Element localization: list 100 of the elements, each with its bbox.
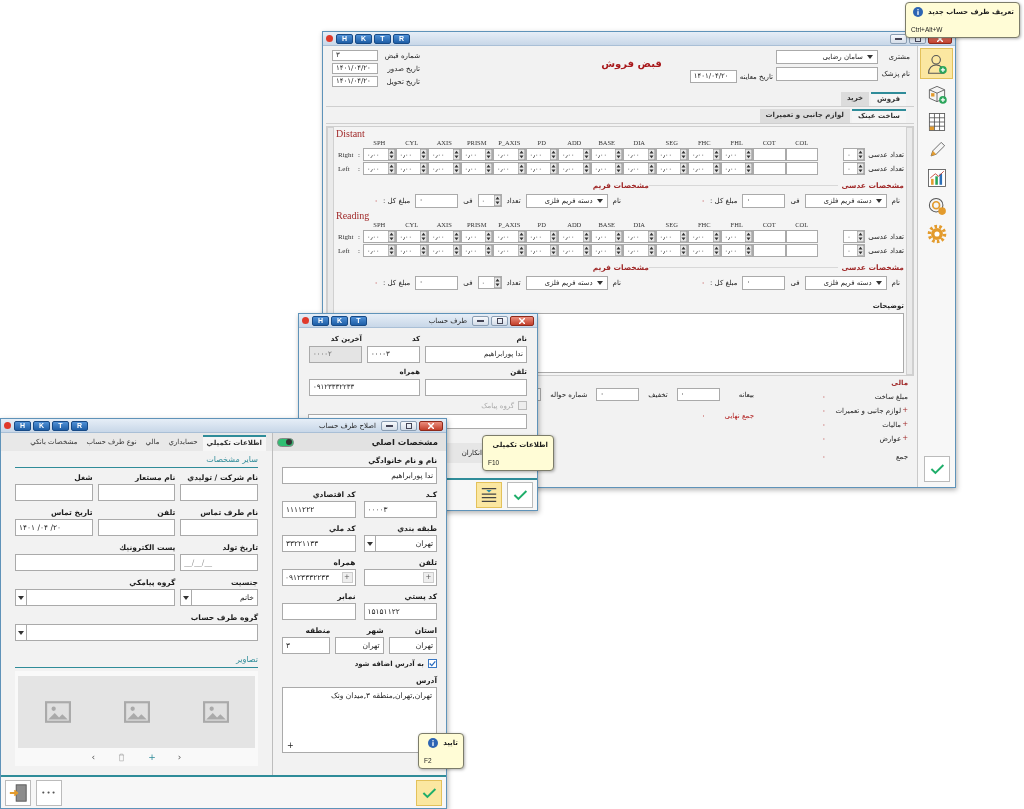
text-field[interactable] — [753, 162, 786, 175]
spinner-icon — [550, 149, 557, 160]
add-button[interactable]: + — [287, 741, 294, 750]
spinner-icon — [387, 245, 395, 256]
add-button[interactable]: + — [148, 752, 156, 762]
spinner-icon — [712, 163, 720, 174]
minimize-button[interactable] — [381, 420, 398, 431]
spinner-icon — [680, 245, 687, 256]
text-field[interactable] — [15, 554, 176, 571]
close-button[interactable] — [510, 315, 534, 326]
dropdown[interactable] — [15, 589, 176, 606]
spinner-icon — [550, 163, 557, 174]
minimize-button[interactable] — [890, 33, 907, 44]
text-field[interactable] — [97, 484, 176, 501]
text-field[interactable] — [180, 519, 258, 536]
spinner-icon — [857, 231, 865, 242]
text-field[interactable] — [785, 244, 818, 257]
text-field[interactable] — [753, 230, 786, 243]
spinner-icon — [387, 149, 395, 160]
spinner-icon — [615, 149, 622, 160]
text-field[interactable] — [425, 379, 527, 396]
list-icon — [480, 486, 498, 504]
section-title: Reading — [336, 210, 370, 221]
text-field[interactable] — [785, 230, 818, 243]
confirm-button[interactable] — [507, 482, 533, 508]
previous-button[interactable]: ‹ — [91, 752, 96, 762]
minimize-button[interactable] — [472, 315, 489, 326]
spinner-icon — [647, 149, 655, 160]
dot-icon — [4, 422, 11, 429]
text-field[interactable] — [97, 519, 176, 536]
minimize-icon — [386, 424, 393, 427]
text-field[interactable] — [753, 244, 786, 257]
chart-icon — [925, 166, 948, 189]
caret-icon — [875, 280, 882, 285]
caret-icon — [18, 595, 24, 600]
exit-button[interactable] — [5, 779, 31, 806]
spinner-icon — [647, 245, 655, 256]
minimize-icon — [477, 319, 484, 322]
text-field[interactable] — [753, 148, 786, 161]
maximize-button[interactable] — [491, 315, 508, 326]
section-title: تصاوير — [235, 654, 258, 665]
dot-icon — [326, 35, 333, 42]
next-button[interactable]: › — [177, 752, 182, 762]
spinner-icon — [550, 231, 557, 242]
spinner-icon — [680, 163, 687, 174]
form-title: قبض فروش — [601, 58, 662, 69]
spinner-icon — [517, 231, 525, 242]
spinner-icon — [615, 231, 622, 242]
spinner-icon — [452, 163, 460, 174]
spinner-icon — [745, 231, 752, 242]
spinner-icon — [452, 231, 460, 242]
caret-icon — [867, 55, 873, 59]
dropdown[interactable] — [15, 624, 258, 641]
confirm-button[interactable] — [923, 456, 950, 482]
spinner-icon — [680, 149, 687, 160]
menu-button[interactable] — [476, 482, 502, 508]
spinner-icon — [857, 163, 865, 174]
spinner-icon — [420, 163, 427, 174]
text-field[interactable] — [785, 162, 818, 175]
minimize-icon — [895, 37, 902, 40]
maximize-button[interactable] — [400, 420, 417, 431]
spinner-icon — [485, 231, 492, 242]
text-field[interactable] — [282, 603, 356, 620]
spinner-icon — [420, 149, 427, 160]
spinner-icon — [680, 231, 687, 242]
spinner-icon — [615, 245, 622, 256]
spinner-icon — [452, 245, 460, 256]
spinner-icon — [493, 277, 501, 288]
info-icon — [428, 738, 439, 748]
spinner-icon — [582, 245, 590, 256]
section-title: ساير مشخصات — [206, 454, 258, 465]
spinner-icon — [857, 149, 865, 160]
toolbar-button[interactable] — [920, 48, 953, 79]
spinner-icon — [452, 149, 460, 160]
spinner-icon — [615, 163, 622, 174]
spinner-icon — [647, 231, 655, 242]
spinner-icon — [647, 163, 655, 174]
close-icon — [428, 422, 434, 429]
confirm-button[interactable] — [416, 779, 442, 806]
person-add-icon — [925, 52, 948, 75]
dot-icon — [302, 317, 309, 324]
text-field[interactable] — [15, 484, 93, 501]
exit-door-icon — [8, 782, 28, 803]
close-icon — [519, 317, 525, 324]
doctor-field[interactable] — [776, 67, 878, 81]
text-field[interactable] — [785, 148, 818, 161]
spinner-icon — [712, 245, 720, 256]
spinner-icon — [485, 163, 492, 174]
spinner-icon — [387, 231, 395, 242]
spinner-icon — [582, 231, 590, 242]
text-field[interactable] — [180, 484, 258, 501]
close-icon — [937, 35, 943, 42]
caret-icon — [596, 280, 603, 285]
close-button[interactable] — [419, 420, 443, 431]
toggle-switch[interactable] — [277, 437, 294, 447]
image-icon — [202, 701, 229, 723]
caret-icon — [875, 198, 882, 203]
spinner-icon — [517, 149, 525, 160]
maximize-icon — [405, 422, 412, 429]
checkbox[interactable] — [428, 659, 437, 668]
